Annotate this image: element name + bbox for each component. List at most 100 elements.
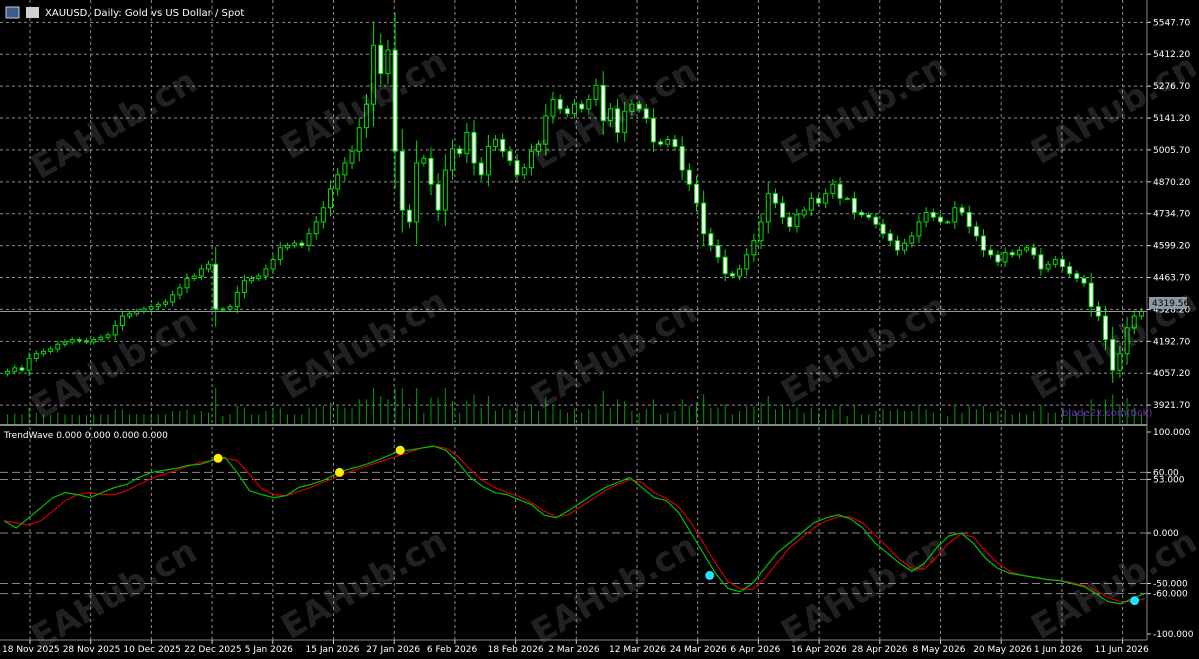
candle-down (507, 150, 513, 162)
candle-up (69, 339, 75, 343)
candle-down (973, 226, 979, 237)
candle-up (26, 357, 32, 371)
candle-up (794, 214, 800, 228)
candle-up (313, 221, 319, 235)
price-tick-label: 4463.70 (1153, 274, 1190, 284)
indicator-tick-label: -60.000 (1153, 590, 1188, 600)
candle-down (672, 138, 678, 148)
date-tick-label: 5 Jan 2026 (245, 645, 293, 655)
candle-down (428, 157, 434, 185)
candle-down (938, 216, 943, 223)
candle-up (744, 254, 750, 270)
candle-up (923, 211, 929, 223)
candle-up (952, 207, 958, 223)
candle-down (887, 233, 893, 242)
candle-up (421, 157, 427, 164)
candle-down (837, 183, 843, 199)
candle-up (62, 341, 68, 345)
price-tick-label: 4734.70 (1153, 210, 1190, 220)
candle-up (256, 275, 262, 279)
candle-down (816, 197, 821, 204)
candle-down (959, 207, 965, 213)
candle-down (859, 211, 865, 216)
candle-down (894, 240, 900, 251)
indicator-tick-label: 53.000 (1153, 475, 1185, 485)
candle-up (220, 308, 226, 311)
date-tick-label: 1 Jun 2026 (1034, 645, 1083, 655)
candle-down (995, 254, 1001, 263)
candle-down (478, 162, 484, 176)
price-tick-label: 4870.20 (1153, 178, 1190, 188)
candle-up (349, 150, 355, 164)
candle-up (342, 162, 348, 176)
candle-down (930, 211, 936, 218)
candle-down (471, 131, 477, 164)
trading-chart[interactable]: EAHub.cn EAHub.cn EAHub.cn EAHub.cn EAHub.cn… (0, 0, 1199, 659)
candle-up (823, 193, 829, 204)
candle-down (76, 339, 82, 342)
candle-up (170, 294, 176, 303)
candle-up (1002, 251, 1008, 263)
candle-down (406, 209, 412, 223)
candle-down (19, 367, 25, 371)
candle-up (945, 221, 951, 224)
candle-up (191, 275, 197, 279)
candle-up (277, 247, 283, 261)
candle-up (12, 367, 18, 372)
candle-up (270, 259, 276, 270)
indicator-label: TrendWave 0.000 0.000 0.000 0.000 (3, 431, 168, 441)
candle-up (206, 263, 211, 270)
candle-down (694, 183, 699, 204)
candle-up (844, 197, 850, 200)
candle-down (866, 214, 872, 218)
bottom-signal-dot (1130, 596, 1140, 606)
candle-up (177, 287, 183, 296)
chart-title: XAUUSD, Daily: Gold vs US Dollar / Spot (45, 8, 244, 19)
candle-up (234, 292, 240, 308)
candle-up (909, 235, 915, 244)
top-signal-dot (213, 453, 223, 463)
candle-up (98, 336, 104, 341)
price-tag: 4319.56 (1149, 297, 1189, 309)
candle-up (40, 350, 46, 355)
chart-window-icon (5, 6, 20, 19)
top-signal-dot (395, 445, 405, 455)
candle-down (715, 244, 721, 258)
candle-up (184, 277, 190, 289)
candle-down (722, 256, 728, 275)
candle-up (284, 244, 290, 249)
candle-up (91, 339, 97, 343)
candle-up (162, 301, 168, 305)
candle-up (249, 277, 255, 282)
candle-down (772, 193, 778, 204)
price-tick-label: 5412.20 (1153, 50, 1190, 60)
candle-up (198, 268, 204, 277)
candle-up (263, 268, 269, 277)
price-tick-label: 5141.20 (1153, 114, 1190, 124)
candle-down (780, 202, 786, 218)
candle-down (851, 197, 857, 213)
candle-down (378, 44, 384, 75)
candle-up (1052, 259, 1058, 265)
date-tick-label: 20 May 2026 (973, 645, 1032, 655)
candle-up (485, 146, 491, 176)
candle-down (880, 223, 886, 235)
candle-up (105, 334, 111, 338)
price-tick-label: 5547.70 (1153, 18, 1190, 28)
date-tick-label: 16 Apr 2026 (791, 645, 847, 655)
candle-down (981, 235, 987, 251)
date-tick-label: 2 Mar 2026 (548, 645, 600, 655)
candle-up (808, 197, 814, 211)
candle-up (1045, 263, 1051, 270)
candle-down (1088, 282, 1094, 308)
candle-down (1009, 251, 1015, 256)
candle-down (435, 183, 441, 211)
price-tick-label: 4057.20 (1153, 369, 1190, 379)
candle-down (787, 216, 793, 228)
source-label: blade2x.com(tick) (1062, 408, 1152, 419)
candle-up (801, 209, 807, 216)
candle-up (902, 242, 908, 251)
date-tick-label: 28 Apr 2026 (852, 645, 908, 655)
date-tick-label: 8 May 2026 (913, 645, 966, 655)
date-tick-label: 12 Mar 2026 (609, 645, 666, 655)
